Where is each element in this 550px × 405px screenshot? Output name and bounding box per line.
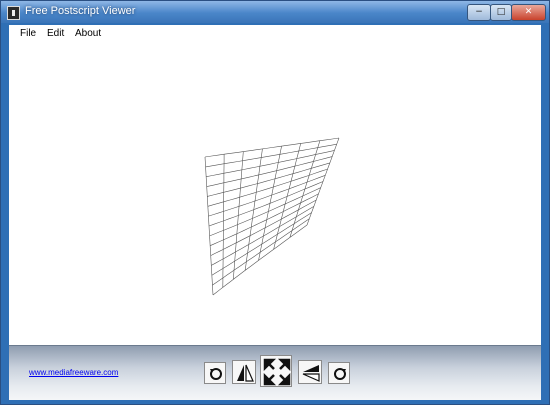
maximize-button[interactable]: □ [490,4,512,21]
minimize-button[interactable]: − [467,4,491,21]
expand-arrows-icon [263,358,291,386]
rotate-left-icon [210,368,222,380]
mesh-row-line [208,181,324,227]
flip-horizontal-icon [237,364,254,382]
mesh-row-line [210,199,317,256]
app-window: Free Postscript Viewer − □ ✕ File Edit A… [0,0,550,405]
app-icon [7,6,20,20]
flip-vertical-icon [302,365,320,382]
flip-horizontal-button[interactable] [232,360,256,384]
postscript-drawing [204,137,340,296]
rotate-right-icon [334,368,346,380]
flip-vertical-button[interactable] [298,360,322,384]
bottom-toolbar: www.mediafreeware.com [9,345,541,400]
menu-edit[interactable]: Edit [47,28,64,39]
rotate-left-button[interactable] [204,362,226,384]
mesh-row-line [211,206,315,266]
title-bar[interactable]: Free Postscript Viewer − □ ✕ [1,1,549,23]
mesh-row-line [212,224,308,296]
website-link[interactable]: www.mediafreeware.com [29,368,118,377]
rotate-right-button[interactable] [328,362,350,384]
fit-to-window-button[interactable] [260,355,292,387]
menu-bar: File Edit About [9,25,541,43]
window-title: Free Postscript Viewer [25,5,136,17]
menu-file[interactable]: File [20,28,36,39]
document-view[interactable] [9,43,541,345]
menu-about[interactable]: About [75,28,101,39]
close-button[interactable]: ✕ [511,4,546,21]
